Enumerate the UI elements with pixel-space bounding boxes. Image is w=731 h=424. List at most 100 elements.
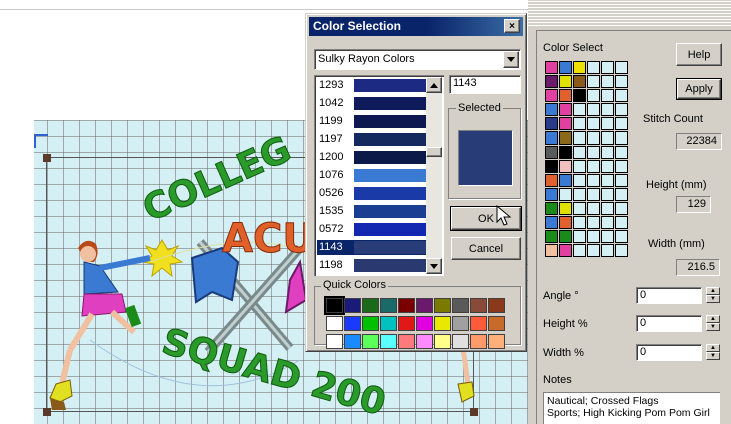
color-code-input[interactable]: 1143 xyxy=(449,75,521,94)
quick-color-cell[interactable] xyxy=(452,316,469,331)
color-select-cell[interactable] xyxy=(559,173,572,187)
quick-color-cell[interactable] xyxy=(344,298,361,313)
color-list-item[interactable]: 1143 xyxy=(317,240,427,255)
spin-down-icon[interactable]: ▼ xyxy=(706,295,720,303)
width-percent-input[interactable]: 0 xyxy=(636,344,702,361)
color-select-cell[interactable] xyxy=(587,216,600,230)
color-list-item[interactable]: 0526 xyxy=(317,186,427,201)
quick-color-cell[interactable] xyxy=(398,334,415,349)
quick-color-cell[interactable] xyxy=(362,334,379,349)
color-select-cell[interactable] xyxy=(545,131,558,145)
color-select-cell[interactable] xyxy=(587,131,600,145)
color-select-cell[interactable] xyxy=(587,230,600,244)
color-select-cell[interactable] xyxy=(601,230,614,244)
color-select-cell[interactable] xyxy=(615,173,628,187)
cancel-button[interactable]: Cancel xyxy=(451,237,521,260)
color-select-cell[interactable] xyxy=(601,216,614,230)
apply-button[interactable]: Apply xyxy=(676,78,722,100)
color-list-item[interactable]: 1535 xyxy=(317,204,427,219)
color-select-cell[interactable] xyxy=(587,244,600,258)
color-select-cell[interactable] xyxy=(587,201,600,216)
quick-color-cell[interactable] xyxy=(488,298,505,313)
color-select-cell[interactable] xyxy=(559,89,572,103)
color-select-cell[interactable] xyxy=(559,103,572,117)
color-select-cell[interactable] xyxy=(587,159,600,173)
color-list-item[interactable]: 1293 xyxy=(317,78,427,93)
color-select-cell[interactable] xyxy=(573,89,586,103)
color-select-cell[interactable] xyxy=(545,75,558,89)
quick-color-cell[interactable] xyxy=(344,316,361,331)
color-select-cell[interactable] xyxy=(587,103,600,117)
quick-color-cell[interactable] xyxy=(488,334,505,349)
spin-down-icon[interactable]: ▼ xyxy=(706,323,720,331)
color-select-cell[interactable] xyxy=(573,145,586,159)
height-percent-spinner[interactable]: ▲ ▼ xyxy=(706,315,720,331)
spin-down-icon[interactable]: ▼ xyxy=(706,352,720,360)
scroll-thumb[interactable] xyxy=(426,147,442,157)
scroll-up-icon[interactable] xyxy=(426,77,442,93)
color-select-cell[interactable] xyxy=(573,75,586,89)
color-select-cell[interactable] xyxy=(601,75,614,89)
dialog-title[interactable]: Color Selection xyxy=(309,17,523,36)
color-select-cell[interactable] xyxy=(559,145,572,159)
quick-color-cell[interactable] xyxy=(398,298,415,313)
color-list-item[interactable]: 1199 xyxy=(317,114,427,129)
color-select-cell[interactable] xyxy=(545,61,558,75)
close-button[interactable]: × xyxy=(504,19,520,33)
color-select-cell[interactable] xyxy=(601,159,614,173)
color-select-cell[interactable] xyxy=(573,173,586,187)
color-select-cell[interactable] xyxy=(573,216,586,230)
color-select-cell[interactable] xyxy=(615,89,628,103)
color-select-cell[interactable] xyxy=(615,159,628,173)
color-select-cell[interactable] xyxy=(559,244,572,258)
color-select-cell[interactable] xyxy=(559,230,572,244)
quick-color-cell[interactable] xyxy=(344,334,361,349)
color-select-cell[interactable] xyxy=(545,201,558,216)
angle-spinner[interactable]: ▲ ▼ xyxy=(706,287,720,303)
width-percent-spinner[interactable]: ▲ ▼ xyxy=(706,344,720,360)
color-select-cell[interactable] xyxy=(615,117,628,131)
color-select-cell[interactable] xyxy=(601,145,614,159)
color-select-cell[interactable] xyxy=(601,61,614,75)
thread-family-select[interactable]: Sulky Rayon Colors xyxy=(314,49,521,70)
color-list-item[interactable]: 1076 xyxy=(317,168,427,183)
color-select-cell[interactable] xyxy=(573,187,586,201)
quick-color-cell[interactable] xyxy=(324,296,345,315)
color-select-cell[interactable] xyxy=(559,187,572,201)
color-select-cell[interactable] xyxy=(601,89,614,103)
quick-color-cell[interactable] xyxy=(362,298,379,313)
height-percent-input[interactable]: 0 xyxy=(636,315,702,332)
color-select-cell[interactable] xyxy=(615,216,628,230)
quick-color-cell[interactable] xyxy=(434,316,451,331)
color-select-cell[interactable] xyxy=(559,61,572,75)
color-select-cell[interactable] xyxy=(601,173,614,187)
notes-textarea[interactable]: Nautical; Crossed Flags Sports; High Kic… xyxy=(543,392,720,424)
color-select-cell[interactable] xyxy=(615,244,628,258)
color-select-cell[interactable] xyxy=(615,103,628,117)
color-list-scrollbar[interactable] xyxy=(426,77,442,274)
thread-color-list[interactable]: 1293 1042 1199 1197 1200 1076 0526 1535 0572 1143… xyxy=(314,75,444,276)
quick-color-cell[interactable] xyxy=(470,316,487,331)
help-button[interactable]: Help xyxy=(676,43,722,66)
color-select-cell[interactable] xyxy=(559,201,572,216)
color-select-cell[interactable] xyxy=(559,159,572,173)
color-select-cell[interactable] xyxy=(573,244,586,258)
color-select-cell[interactable] xyxy=(573,117,586,131)
color-select-cell[interactable] xyxy=(601,187,614,201)
color-list-item[interactable]: 1198 xyxy=(317,258,427,273)
color-select-cell[interactable] xyxy=(573,159,586,173)
color-select-cell[interactable] xyxy=(545,103,558,117)
color-select-cell[interactable] xyxy=(615,201,628,216)
color-select-cell[interactable] xyxy=(615,187,628,201)
quick-color-cell[interactable] xyxy=(452,298,469,313)
color-select-cell[interactable] xyxy=(545,230,558,244)
color-select-cell[interactable] xyxy=(587,89,600,103)
color-select-cell[interactable] xyxy=(587,75,600,89)
color-select-cell[interactable] xyxy=(559,117,572,131)
quick-color-cell[interactable] xyxy=(470,298,487,313)
scroll-down-icon[interactable] xyxy=(426,258,442,274)
quick-color-cell[interactable] xyxy=(362,316,379,331)
quick-color-cell[interactable] xyxy=(434,298,451,313)
color-select-cell[interactable] xyxy=(573,103,586,117)
quick-color-cell[interactable] xyxy=(488,316,505,331)
